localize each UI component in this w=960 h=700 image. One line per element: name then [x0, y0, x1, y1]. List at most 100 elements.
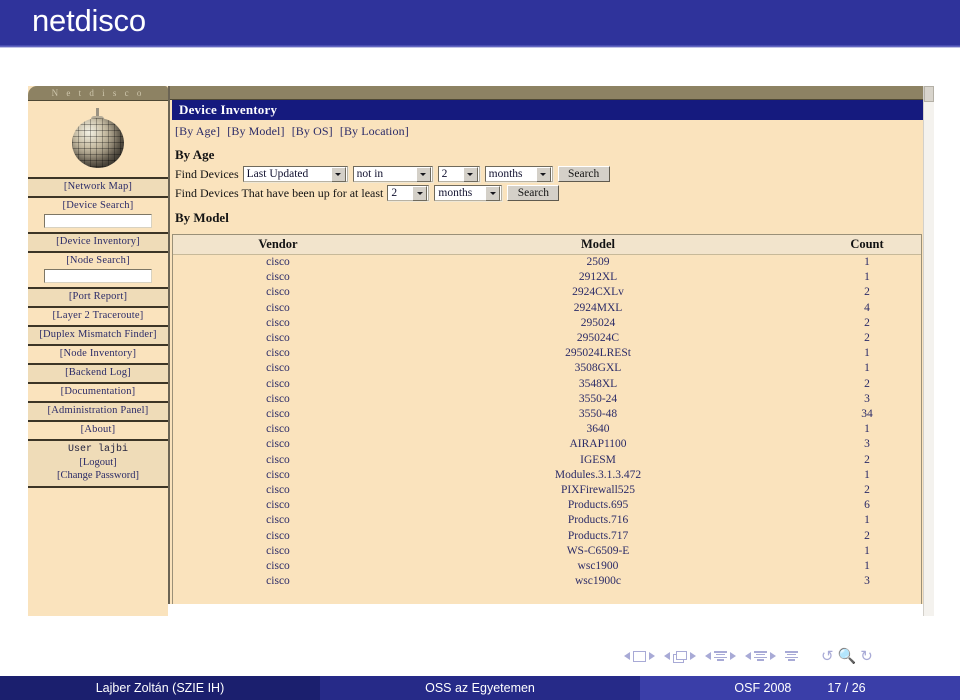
table-row[interactable]: cisco 3548XL 2: [173, 377, 921, 392]
uptime-number-select[interactable]: 2: [387, 185, 430, 201]
frame-icon[interactable]: [633, 650, 646, 662]
table-row[interactable]: cisco AIRAP1100 3: [173, 437, 921, 452]
tab-by-location[interactable]: [By Location]: [340, 124, 409, 138]
table-row[interactable]: cisco Products.716 1: [173, 513, 921, 528]
slide-stack-icon[interactable]: [673, 650, 687, 663]
table-row[interactable]: cisco 3550-24 3: [173, 392, 921, 407]
operator-select[interactable]: not in: [352, 166, 433, 182]
table-row[interactable]: cisco 2924CXLv 2: [173, 285, 921, 300]
sidebar-item-backend-log[interactable]: [Backend Log]: [28, 365, 168, 384]
table-row[interactable]: cisco 3508GXL 1: [173, 361, 921, 376]
sidebar-item-layer2-traceroute[interactable]: [Layer 2 Traceroute]: [28, 308, 168, 327]
back-icon[interactable]: ↺: [821, 649, 834, 664]
table-row[interactable]: cisco wsc1900 1: [173, 559, 921, 574]
scrollbar-thumb[interactable]: [924, 86, 934, 102]
table-body: cisco 2509 1 cisco 2912XL 1 cisco 2924CXLv 2 cisc…: [173, 255, 921, 613]
page-scrollbar[interactable]: [923, 86, 934, 616]
sidebar-item-label: [Duplex Mismatch Finder]: [39, 329, 157, 340]
table-row[interactable]: cisco 2924MXL 4: [173, 301, 921, 316]
table-row[interactable]: cisco wsc1900c 3: [173, 574, 921, 589]
tab-by-os[interactable]: [By OS]: [292, 124, 333, 138]
sidebar-item-about[interactable]: [About]: [28, 422, 168, 441]
table-row[interactable]: cisco 3550-48 34: [173, 407, 921, 422]
sidebar-item-label: [Network Map]: [63, 181, 133, 192]
sidebar-item-label: [Layer 2 Traceroute]: [52, 310, 144, 321]
cell-count: 1: [864, 256, 870, 268]
cell-model: 295024: [580, 316, 616, 329]
next-subsection-icon[interactable]: [730, 652, 736, 660]
tab-by-age[interactable]: [By Age]: [175, 124, 220, 138]
device-inventory-table: Vendor Model Count cisco 2509 1 cisco 2912XL…: [172, 234, 922, 614]
next-frame-icon[interactable]: [649, 652, 655, 660]
age-unit-select[interactable]: months: [484, 166, 553, 182]
cell-model: 2924CXLv: [572, 286, 624, 299]
table-row[interactable]: cisco 295024 2: [173, 316, 921, 331]
device-search-input[interactable]: [44, 214, 152, 228]
next-section-icon[interactable]: [770, 652, 776, 660]
table-row[interactable]: cisco Products.695 6: [173, 498, 921, 513]
uptime-unit-select[interactable]: months: [434, 185, 503, 201]
logout-link[interactable]: [Logout]: [30, 456, 166, 469]
sidebar-item-administration-panel[interactable]: [Administration Panel]: [28, 403, 168, 422]
prev-subsection-icon[interactable]: [705, 652, 711, 660]
age-number-select[interactable]: 2: [437, 166, 480, 182]
title-bar-shadow: [0, 45, 960, 48]
search-icon[interactable]: 🔍: [838, 649, 857, 664]
cell-vendor: cisco: [266, 392, 290, 405]
select-value: 2: [391, 187, 398, 199]
prev-section-icon[interactable]: [745, 652, 751, 660]
presentation-icon[interactable]: [785, 651, 798, 661]
cell-model: 295024C: [576, 332, 620, 345]
table-row[interactable]: cisco 295024C 2: [173, 331, 921, 346]
search-button-row2[interactable]: Search: [507, 185, 560, 201]
cell-model: 3550-24: [578, 392, 618, 405]
sidebar-item-node-search[interactable]: [Node Search]: [28, 253, 168, 289]
sidebar-item-documentation[interactable]: [Documentation]: [28, 384, 168, 403]
cell-vendor: cisco: [266, 271, 290, 284]
table-row[interactable]: cisco 2509 1: [173, 255, 921, 270]
sidebar-filler: [28, 488, 168, 512]
next-slide-icon[interactable]: [690, 652, 696, 660]
prev-slide-icon[interactable]: [664, 652, 670, 660]
cell-model: PIXFirewall525: [560, 484, 636, 497]
subsection-icon[interactable]: [714, 651, 727, 661]
sidebar-item-label: [Backend Log]: [65, 367, 131, 378]
forward-icon[interactable]: ↻: [860, 649, 873, 664]
cell-model: 2509: [586, 256, 610, 268]
table-row[interactable]: cisco WS-C6509-E 1: [173, 544, 921, 559]
last-updated-select[interactable]: Last Updated: [242, 166, 348, 182]
sidebar-item-device-search[interactable]: [Device Search]: [28, 198, 168, 234]
section-icon[interactable]: [754, 651, 767, 661]
cell-vendor: cisco: [266, 484, 290, 497]
table-row[interactable]: cisco 295024LRESt 1: [173, 346, 921, 361]
table-row[interactable]: cisco Modules.3.1.3.472 1: [173, 468, 921, 483]
sidebar-item-network-map[interactable]: [Network Map]: [28, 179, 168, 198]
cell-vendor: cisco: [266, 514, 290, 527]
cell-vendor: cisco: [266, 377, 290, 390]
sidebar-item-node-inventory[interactable]: [Node Inventory]: [28, 346, 168, 365]
cell-count: 1: [864, 362, 870, 375]
sidebar-item-duplex-mismatch-finder[interactable]: [Duplex Mismatch Finder]: [28, 327, 168, 346]
table-row[interactable]: cisco 2912XL 1: [173, 270, 921, 285]
chevron-down-icon: [412, 185, 428, 201]
change-password-link[interactable]: [Change Password]: [30, 469, 166, 482]
nav-group-frame: [624, 650, 655, 662]
nav-group-history: ↺ 🔍 ↻: [821, 649, 873, 664]
footer-event: OSF 2008: [734, 681, 792, 695]
netdisco-main-pane: Device Inventory [By Age] [By Model] [By…: [168, 86, 926, 616]
sidebar-item-port-report[interactable]: [Port Report]: [28, 289, 168, 308]
prev-frame-icon[interactable]: [624, 652, 630, 660]
table-row[interactable]: cisco IGESM 2: [173, 453, 921, 468]
tab-by-model[interactable]: [By Model]: [227, 124, 284, 138]
table-row[interactable]: cisco 3640 1: [173, 422, 921, 437]
sidebar-item-label: [About]: [80, 424, 116, 435]
node-search-input[interactable]: [44, 269, 152, 283]
column-header-count[interactable]: Count: [813, 237, 921, 252]
column-header-model[interactable]: Model: [383, 237, 813, 252]
table-row[interactable]: cisco PIXFirewall525 2: [173, 483, 921, 498]
sidebar-item-device-inventory[interactable]: [Device Inventory]: [28, 234, 168, 253]
footer-talk-title: OSS az Egyetemen: [320, 676, 640, 700]
search-button-row1[interactable]: Search: [557, 166, 610, 182]
table-row[interactable]: cisco Products.717 2: [173, 529, 921, 544]
column-header-vendor[interactable]: Vendor: [173, 237, 383, 252]
